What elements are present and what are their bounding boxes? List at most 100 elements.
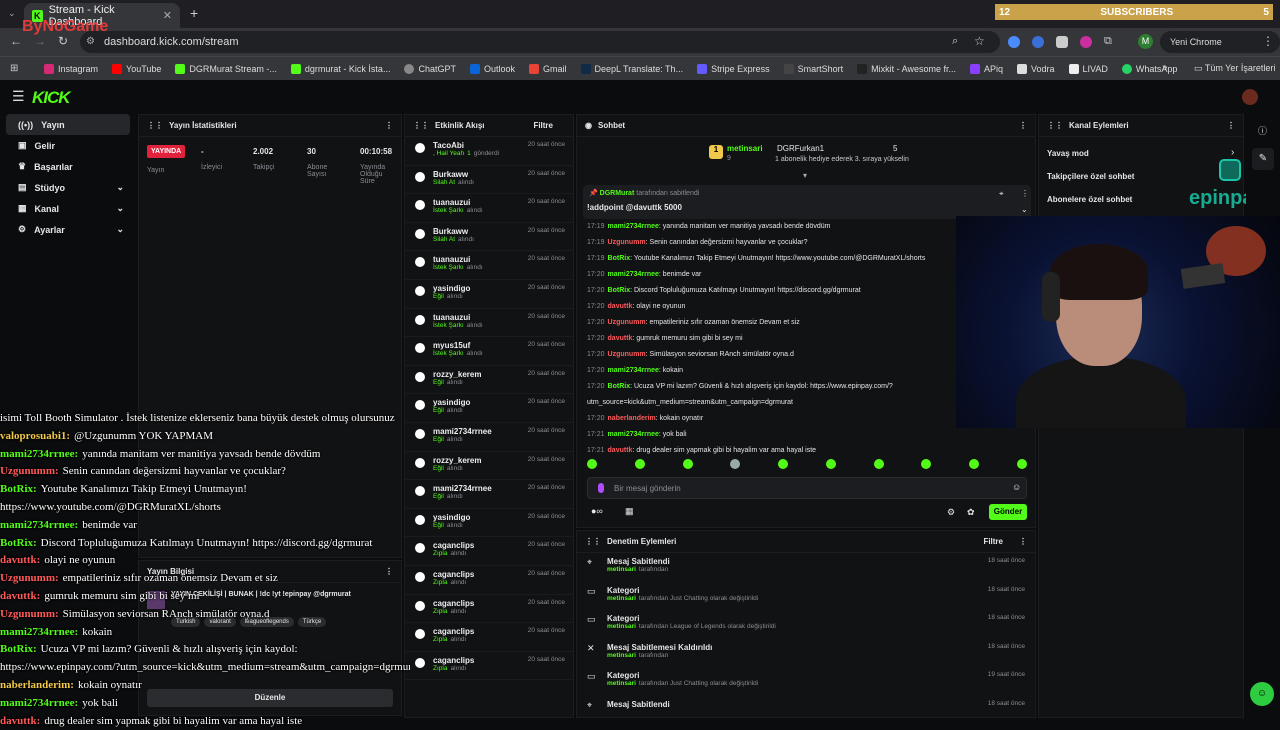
chat-username[interactable]: BotRix: [608, 255, 631, 262]
unpin-icon[interactable]: ⌖: [999, 189, 1004, 199]
sidebar-item-gelir[interactable]: ▣ Gelir: [6, 135, 130, 156]
extension-icon[interactable]: [1008, 36, 1020, 48]
url-field[interactable]: dashboard.kick.com/stream: [80, 31, 1000, 53]
emoji-icon[interactable]: ☺: [1012, 482, 1021, 492]
apps-grid-icon[interactable]: ⊞: [10, 63, 18, 74]
drag-handle-icon[interactable]: ⋮⋮: [585, 537, 601, 546]
activity-item[interactable]: tuanauzui İstek Şarkı alındı 20 saat önce: [405, 251, 573, 280]
chat-username[interactable]: mami2734rrnee: [608, 223, 659, 230]
bookmark-dgrmurat-stream[interactable]: DGRMurat Stream -...: [169, 63, 283, 74]
activity-item[interactable]: Burkaww Silah At alındı 20 saat önce: [405, 223, 573, 252]
filter-button[interactable]: Filtre: [533, 121, 553, 130]
extension-icon[interactable]: [1032, 36, 1044, 48]
kick-logo[interactable]: KICK: [32, 88, 71, 108]
emote-icon[interactable]: [825, 459, 836, 469]
bookmark-apiq[interactable]: APiq: [964, 63, 1009, 74]
chat-username[interactable]: davuttk: [608, 303, 633, 310]
bookmark-star-icon[interactable]: ☆: [974, 34, 985, 48]
sidebar-item-ayarlar[interactable]: ⚙ Ayarlar ⌄: [6, 219, 130, 240]
drag-handle-icon[interactable]: ⋮⋮: [1047, 121, 1063, 130]
new-tab-icon[interactable]: +: [190, 5, 198, 21]
moderation-user[interactable]: metinsari: [607, 566, 636, 573]
chat-username[interactable]: Uzgunumm: [608, 351, 646, 358]
bookmark-deepl[interactable]: DeepL Translate: Th...: [575, 63, 690, 74]
settings-gear-icon[interactable]: ⚙: [947, 507, 955, 518]
moderation-user[interactable]: metinsari: [607, 652, 636, 659]
activity-item[interactable]: caganclips Zıpla alındı 20 saat önce: [405, 566, 573, 595]
chevron-down-icon[interactable]: ⌄: [1021, 205, 1028, 214]
activity-item[interactable]: Burkaww Silah At alındı 20 saat önce: [405, 166, 573, 195]
extension-icon[interactable]: [1056, 36, 1068, 48]
activity-item[interactable]: caganclips Zıpla alındı 20 saat önce: [405, 595, 573, 624]
bookmark-youtube[interactable]: YouTube: [106, 63, 167, 74]
close-tab-icon[interactable]: ✕: [163, 9, 172, 22]
gift-leader-user[interactable]: metinsari: [727, 144, 763, 153]
emote-icon[interactable]: [634, 459, 645, 469]
gift-target-user[interactable]: DGRFurkan1: [777, 144, 824, 153]
emote-icon[interactable]: [587, 459, 597, 469]
bookmark-kick-ista[interactable]: dgrmurat - Kick İsta...: [285, 63, 397, 74]
sidebar-item-kanal[interactable]: ▦ Kanal ⌄: [6, 198, 130, 219]
chat-username[interactable]: BotRix: [608, 287, 631, 294]
bookmark-instagram[interactable]: Instagram: [38, 63, 104, 74]
emote-icon[interactable]: [873, 459, 884, 469]
profile-avatar[interactable]: M: [1138, 34, 1153, 49]
store-icon[interactable]: ▦: [625, 506, 634, 517]
chat-input[interactable]: Bir mesaj gönderin ☺: [587, 477, 1027, 499]
activity-item[interactable]: tuanauzui İstek Şarkı alındı 20 saat önce: [405, 309, 573, 338]
drag-handle-icon[interactable]: ⋮⋮: [413, 121, 429, 130]
activity-item[interactable]: rozzy_kerem Eğil alındı 20 saat önce: [405, 452, 573, 481]
moderation-user[interactable]: metinsari: [607, 595, 636, 602]
chat-username[interactable]: Uzgunumm: [608, 319, 646, 326]
info-icon[interactable]: ⓘ: [1258, 124, 1267, 137]
send-button[interactable]: Gönder: [989, 504, 1027, 520]
bookmark-outlook[interactable]: Outlook: [464, 63, 521, 74]
sidebar-item-basarilar[interactable]: ♛ Başarılar: [6, 156, 130, 177]
reload-icon[interactable]: ↻: [58, 34, 68, 48]
activity-item[interactable]: tuanauzui İstek Şarkı alındı 20 saat önce: [405, 194, 573, 223]
activity-item[interactable]: yasindigo Eğil alındı 20 saat önce: [405, 394, 573, 423]
more-bookmarks-icon[interactable]: »: [1162, 62, 1168, 73]
zoom-icon[interactable]: ⌕: [952, 35, 958, 48]
hamburger-menu-icon[interactable]: ☰: [12, 88, 25, 105]
emote-icon[interactable]: [921, 459, 932, 469]
moderation-user[interactable]: metinsari: [607, 680, 636, 687]
bookmark-mixkit[interactable]: Mixkit - Awesome fr...: [851, 63, 962, 74]
chevron-right-icon[interactable]: ›: [1231, 147, 1234, 158]
bookmark-livad[interactable]: LIVAD: [1063, 63, 1114, 74]
moderation-item[interactable]: ✕ Mesaj Sabitlemesi Kaldırıldı metinsari ta…: [577, 639, 1035, 668]
filter-button[interactable]: Filtre: [983, 537, 1003, 546]
emote-icon[interactable]: [682, 459, 693, 469]
chat-message[interactable]: 17:21 mami2734rrnee: yok bali: [577, 427, 1035, 443]
followers-only-toggle[interactable]: Takipçilere özel sohbet: [1047, 172, 1134, 181]
activity-item[interactable]: caganclips Zıpla alındı 20 saat önce: [405, 537, 573, 566]
collapse-chevron-icon[interactable]: ▾: [803, 171, 807, 180]
activity-item[interactable]: myus15uf İstek Şarkı alındı 20 saat önce: [405, 337, 573, 366]
chat-message[interactable]: 17:21 davuttk: drug dealer sim yapmak gib…: [577, 443, 1035, 459]
activity-item[interactable]: yasindigo Eğil alındı 20 saat önce: [405, 509, 573, 538]
panel-menu-icon[interactable]: ⋮: [1019, 537, 1027, 546]
activity-item[interactable]: caganclips Zıpla alındı 20 saat önce: [405, 623, 573, 652]
edit-pencil-icon[interactable]: ✎: [1252, 148, 1274, 170]
subscribers-only-toggle[interactable]: Abonelere özel sohbet: [1047, 195, 1132, 204]
panel-menu-icon[interactable]: ⋮: [385, 121, 393, 130]
chat-username[interactable]: davuttk: [608, 335, 633, 342]
bookmark-whatsapp[interactable]: WhatsApp: [1116, 63, 1184, 74]
extension-icon[interactable]: [1080, 36, 1092, 48]
bot-icon[interactable]: ✿: [967, 507, 975, 518]
chat-username[interactable]: mami2734rrnee: [608, 367, 659, 374]
activity-item[interactable]: yasindigo Eğil alındı 20 saat önce: [405, 280, 573, 309]
moderation-item[interactable]: ▭ Kategori metinsari tarafından Just Chatti…: [577, 582, 1035, 611]
chat-username[interactable]: BotRix: [608, 383, 631, 390]
pinned-menu-icon[interactable]: ⋮: [1021, 189, 1029, 198]
emote-icon[interactable]: [778, 459, 789, 469]
bookmark-stripe[interactable]: Stripe Express: [691, 63, 776, 74]
slow-mode-toggle[interactable]: Yavaş mod: [1047, 149, 1089, 158]
chat-username[interactable]: davuttk: [608, 447, 633, 454]
user-avatar[interactable]: [1242, 89, 1258, 105]
bookmark-gmail[interactable]: Gmail: [523, 63, 573, 74]
bookmark-smartshort[interactable]: SmartShort: [778, 63, 850, 74]
sidebar-item-yayin[interactable]: ((•)) Yayın: [6, 114, 130, 135]
moderation-item[interactable]: ⌖ Mesaj Sabitlendi metinsari tarafından 18 s…: [577, 553, 1035, 582]
chat-username[interactable]: mami2734rrnee: [608, 431, 659, 438]
